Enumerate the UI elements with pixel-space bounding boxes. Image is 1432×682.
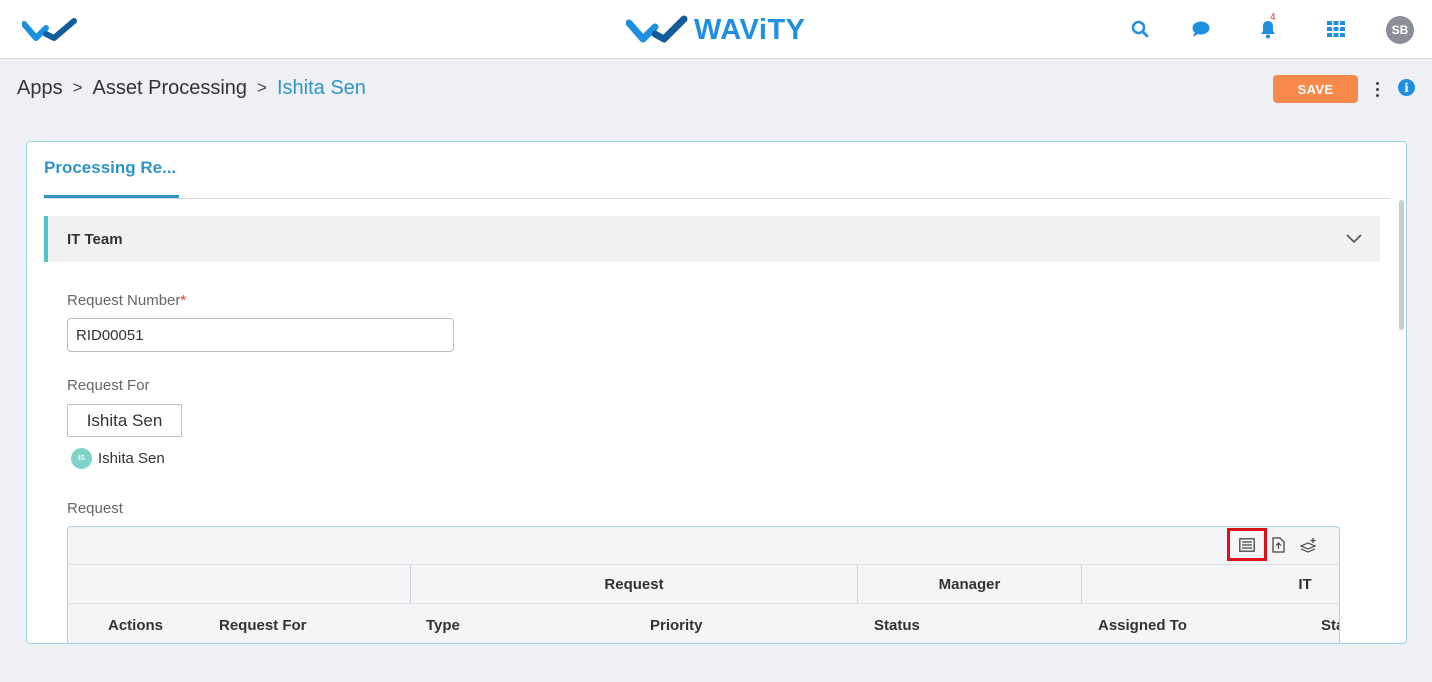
breadcrumb: Apps > Asset Processing > Ishita Sen [17,76,366,100]
group-header-it: IT [1081,565,1339,604]
search-icon[interactable] [1128,17,1152,41]
required-marker: * [180,292,187,309]
top-bar: WAViTY 4 SB [0,0,1432,59]
more-options-icon[interactable] [1369,77,1385,101]
wavity-logo-icon[interactable] [22,18,78,42]
save-button[interactable]: SAVE [1273,75,1358,103]
wavity-brand-icon [626,15,688,43]
section-header-it-team[interactable]: IT Team [44,216,1380,262]
request-label: Request [67,500,123,517]
group-header-request: Request [410,565,857,604]
request-for-label: Request For [67,377,150,394]
tab-processing-request[interactable]: Processing Re... [44,158,176,178]
grid-toolbar [68,527,1339,564]
user-chip-avatar: IS [71,448,92,469]
group-header-empty [68,565,410,604]
chat-icon[interactable] [1189,17,1213,41]
breadcrumb-asset-processing[interactable]: Asset Processing [93,77,248,100]
section-title: IT Team [67,231,123,248]
user-avatar[interactable]: SB [1386,16,1414,44]
notification-badge: 4 [1270,12,1276,23]
user-chip-name: Ishita Sen [98,450,165,467]
breadcrumb-current: Ishita Sen [276,76,366,99]
breadcrumb-apps[interactable]: Apps [17,77,63,100]
request-for-select-button[interactable]: Ishita Sen [67,404,182,437]
apps-grid-icon[interactable] [1324,17,1348,41]
request-grid: Request Manager IT Actions Request For T… [67,526,1340,643]
column-header-request-for[interactable]: Request For [219,604,307,643]
column-header-type[interactable]: Type [426,604,460,643]
column-header-status[interactable]: Status [874,604,920,643]
form-card: Processing Re... IT Team Request Number*… [26,141,1407,644]
grid-column-header-row: Actions Request For Type Priority Status… [68,604,1339,643]
info-icon[interactable]: i [1398,79,1415,96]
request-for-user-chip[interactable]: IS Ishita Sen [71,448,165,469]
scrollbar-thumb[interactable] [1399,200,1404,330]
grid-group-header-row: Request Manager IT [68,564,1339,604]
breadcrumb-separator: > [257,78,267,97]
request-number-label: Request Number* [67,292,187,309]
tab-divider [44,198,1390,199]
breadcrumb-separator: > [72,78,83,97]
group-header-manager: Manager [857,565,1081,604]
layers-add-icon[interactable] [1289,528,1329,561]
request-number-input[interactable] [67,318,454,352]
brand-name: WAViTY [694,14,806,46]
bell-icon[interactable]: 4 [1256,12,1280,41]
column-header-actions[interactable]: Actions [108,604,163,643]
column-header-priority[interactable]: Priority [650,604,703,643]
chevron-down-icon[interactable] [1344,228,1364,248]
column-header-assigned-to[interactable]: Assigned To [1098,604,1187,643]
column-header-status-it[interactable]: Sta [1321,604,1339,643]
brand-logo[interactable]: WAViTY [626,12,806,48]
